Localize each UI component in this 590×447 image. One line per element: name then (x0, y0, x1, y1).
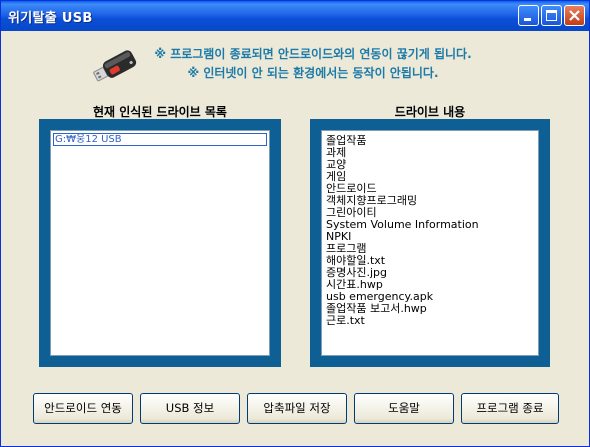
list-item[interactable]: 교양 (326, 159, 479, 171)
minimize-button[interactable] (518, 5, 539, 26)
window-title: 위기탈출 USB (8, 11, 93, 26)
close-icon (569, 10, 580, 21)
drive-list-heading: 현재 인식된 드라이브 목록 (93, 105, 227, 119)
notice-disconnect: ※ 프로그램이 종료되면 안드로이드와의 연동이 끊기게 됩니다. (154, 47, 472, 61)
title-bar[interactable]: 위기탈출 USB (1, 1, 589, 31)
list-item[interactable]: 과제 (326, 147, 479, 159)
drive-contents-frame: 졸업작품 과제 교양 게임 안드로이드 객체지향프로그래밍 그린아이티 Syst… (310, 119, 550, 367)
minimize-icon (524, 18, 531, 21)
help-button[interactable]: 도움말 (354, 393, 454, 424)
drive-list-frame: G:₩웅12 USB (39, 119, 281, 367)
list-item[interactable]: 졸업작품 (326, 135, 479, 147)
drive-contents-list: 졸업작품 과제 교양 게임 안드로이드 객체지향프로그래밍 그린아이티 Syst… (326, 135, 479, 327)
close-button[interactable] (564, 5, 585, 26)
maximize-icon (546, 10, 557, 21)
android-link-button[interactable]: 안드로이드 연동 (33, 393, 133, 424)
app-window: 위기탈출 USB ※ 프로그램이 종료되면 안드로이드와의 연동이 끊기게 됩니… (0, 0, 590, 447)
exit-program-button[interactable]: 프로그램 종료 (461, 393, 559, 424)
drive-contents-listbox[interactable]: 졸업작품 과제 교양 게임 안드로이드 객체지향프로그래밍 그린아이티 Syst… (321, 130, 539, 356)
drive-listbox[interactable]: G:₩웅12 USB (50, 130, 270, 356)
usb-info-button[interactable]: USB 정보 (140, 393, 240, 424)
client-area: ※ 프로그램이 종료되면 안드로이드와의 연동이 끊기게 됩니다. ※ 인터넷이… (4, 31, 586, 443)
list-item[interactable]: 근로.txt (326, 315, 479, 327)
notice-offline: ※ 인터넷이 안 되는 환경에서는 동작이 안됩니다. (187, 66, 439, 80)
drive-contents-heading: 드라이브 내용 (394, 105, 466, 119)
drive-list-item-selected[interactable]: G:₩웅12 USB (53, 133, 267, 146)
save-zip-button[interactable]: 압축파일 저장 (247, 393, 347, 424)
maximize-button[interactable] (541, 5, 562, 26)
usb-drive-icon (93, 50, 137, 82)
